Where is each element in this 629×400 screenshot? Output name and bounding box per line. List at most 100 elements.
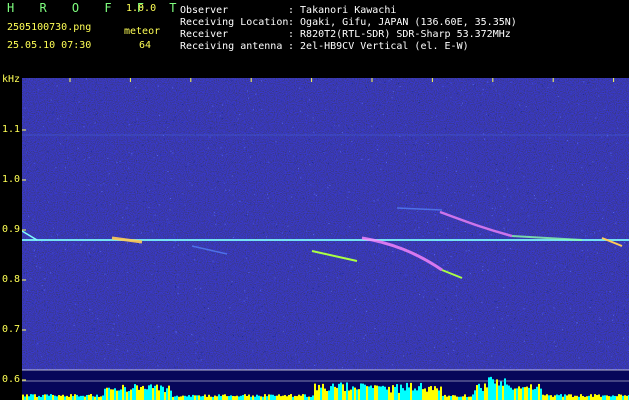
power-bar xyxy=(156,384,158,400)
noise-speckle xyxy=(531,353,533,355)
power-bar xyxy=(450,396,452,400)
noise-speckle xyxy=(568,128,570,130)
power-bar xyxy=(60,395,62,400)
power-bar xyxy=(162,386,164,400)
power-bar xyxy=(580,394,582,400)
power-bar xyxy=(30,394,32,400)
meteor-label: meteor xyxy=(124,26,161,37)
noise-speckle xyxy=(213,267,215,269)
noise-speckle xyxy=(472,246,473,248)
noise-speckle xyxy=(137,352,139,354)
noise-speckle xyxy=(446,347,447,348)
noise-speckle xyxy=(595,88,597,90)
noise-speckle xyxy=(135,87,137,89)
power-bar xyxy=(554,395,556,400)
noise-speckle xyxy=(545,153,547,155)
noise-speckle xyxy=(510,81,512,83)
noise-speckle xyxy=(152,326,153,328)
noise-speckle xyxy=(23,269,25,270)
noise-speckle xyxy=(292,173,294,175)
noise-speckle xyxy=(458,283,460,284)
noise-speckle xyxy=(523,330,525,332)
noise-speckle xyxy=(215,224,217,226)
noise-speckle xyxy=(605,167,607,169)
noise-speckle xyxy=(117,334,119,336)
power-bar xyxy=(118,390,120,400)
noise-speckle xyxy=(190,357,191,359)
noise-speckle xyxy=(545,243,547,245)
noise-speckle xyxy=(353,128,355,130)
noise-speckle xyxy=(59,339,61,341)
noise-speckle xyxy=(148,189,150,191)
power-bar xyxy=(234,396,236,400)
noise-speckle xyxy=(305,249,307,251)
power-bar xyxy=(540,388,542,400)
power-bar xyxy=(126,391,128,400)
noise-speckle xyxy=(416,180,418,182)
noise-speckle xyxy=(479,255,481,257)
noise-speckle xyxy=(209,136,211,138)
noise-speckle xyxy=(153,263,155,264)
power-bar xyxy=(324,388,326,400)
noise-speckle xyxy=(131,154,133,156)
noise-speckle xyxy=(569,112,571,114)
noise-speckle xyxy=(423,296,425,298)
noise-speckle xyxy=(43,126,45,127)
noise-speckle xyxy=(121,338,123,339)
noise-speckle xyxy=(358,108,360,109)
noise-speckle xyxy=(389,79,391,81)
noise-speckle xyxy=(319,100,321,102)
noise-speckle xyxy=(405,124,407,126)
noise-speckle xyxy=(180,82,182,84)
noise-speckle xyxy=(159,140,161,142)
noise-speckle xyxy=(128,189,130,191)
noise-speckle xyxy=(525,316,527,318)
noise-speckle xyxy=(43,289,45,291)
noise-speckle xyxy=(187,254,189,256)
noise-speckle xyxy=(553,307,555,309)
noise-speckle xyxy=(49,328,51,330)
noise-speckle xyxy=(353,365,355,367)
noise-speckle xyxy=(451,288,452,290)
noise-speckle xyxy=(390,214,392,216)
noise-speckle xyxy=(329,185,331,187)
noise-speckle xyxy=(482,269,484,271)
power-bar xyxy=(188,395,190,400)
noise-speckle xyxy=(508,169,510,171)
noise-speckle xyxy=(77,351,79,353)
noise-speckle xyxy=(119,358,121,360)
noise-speckle xyxy=(609,291,611,293)
noise-speckle xyxy=(242,327,244,329)
noise-speckle xyxy=(619,221,621,223)
noise-speckle xyxy=(437,186,438,187)
power-bar xyxy=(280,396,282,400)
noise-speckle xyxy=(120,224,122,226)
power-bar xyxy=(536,386,538,400)
noise-speckle xyxy=(91,151,92,153)
noise-speckle xyxy=(229,189,231,191)
noise-speckle xyxy=(406,321,408,323)
noise-speckle xyxy=(452,341,454,343)
noise-speckle xyxy=(381,335,383,337)
power-bar xyxy=(568,394,570,400)
noise-speckle xyxy=(65,147,67,149)
noise-speckle xyxy=(427,149,429,151)
noise-speckle xyxy=(51,363,53,365)
noise-speckle xyxy=(495,246,497,247)
noise-speckle xyxy=(281,100,283,102)
noise-speckle xyxy=(502,359,504,361)
power-bar xyxy=(610,396,612,400)
noise-speckle xyxy=(264,351,266,353)
noise-speckle xyxy=(410,258,412,260)
noise-speckle xyxy=(462,102,464,104)
noise-speckle xyxy=(374,328,376,329)
noise-speckle xyxy=(363,355,365,357)
noise-speckle xyxy=(399,86,401,87)
power-bar xyxy=(104,388,106,400)
noise-speckle xyxy=(492,200,494,202)
observer-label: Observer xyxy=(180,5,229,16)
noise-speckle xyxy=(504,96,506,98)
power-bar xyxy=(506,384,508,400)
location-value: : Ogaki, Gifu, JAPAN (136.60E, 35.35N) xyxy=(288,17,517,28)
noise-speckle xyxy=(611,273,613,275)
